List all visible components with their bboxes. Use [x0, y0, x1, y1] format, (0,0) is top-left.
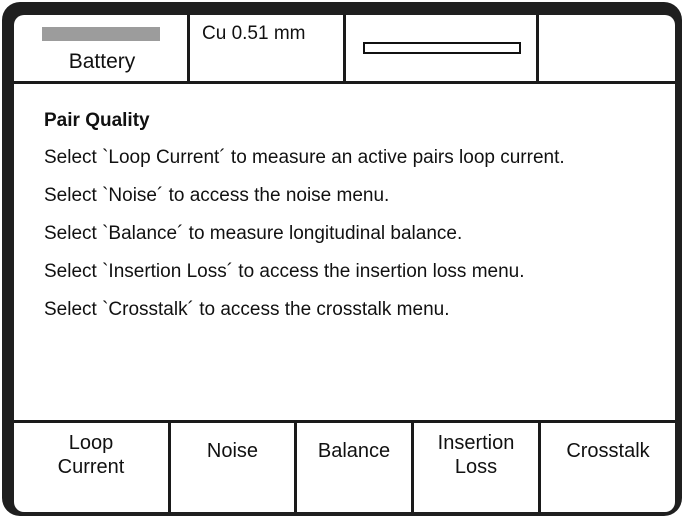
indicator-cell — [346, 15, 539, 81]
page-title: Pair Quality — [44, 110, 150, 131]
help-line-loop-current: Select `Loop Current´ to measure an acti… — [44, 147, 565, 168]
wire-gauge-cell: Cu 0.51 mm — [190, 15, 346, 81]
battery-label: Battery — [68, 50, 136, 73]
empty-status-cell — [539, 15, 675, 81]
battery-cell: Battery — [14, 15, 190, 81]
softkey-noise[interactable]: Noise — [171, 423, 297, 512]
softkey-insertion-loss[interactable]: Insertion Loss — [414, 423, 541, 512]
help-line-noise: Select `Noise´ to access the noise menu. — [44, 185, 390, 206]
softkey-loop-current[interactable]: Loop Current — [14, 423, 171, 512]
device-screen: Battery Cu 0.51 mm Pair Quality Select `… — [14, 15, 675, 512]
softkey-bar: Loop Current Noise Balance Insertion Los… — [14, 420, 675, 512]
battery-level-bar — [42, 27, 160, 41]
help-line-crosstalk: Select `Crosstalk´ to access the crossta… — [44, 299, 450, 320]
device-bezel: Battery Cu 0.51 mm Pair Quality Select `… — [2, 2, 682, 516]
wire-gauge-label: Cu 0.51 mm — [202, 23, 306, 44]
help-line-balance: Select `Balance´ to measure longitudinal… — [44, 223, 463, 244]
help-line-insertion-loss: Select `Insertion Loss´ to access the in… — [44, 261, 525, 282]
indicator-bar — [363, 42, 521, 54]
softkey-balance[interactable]: Balance — [297, 423, 414, 512]
help-content: Pair Quality Select `Loop Current´ to me… — [44, 103, 674, 329]
status-bar: Battery Cu 0.51 mm — [14, 15, 675, 84]
softkey-crosstalk[interactable]: Crosstalk — [541, 423, 675, 512]
